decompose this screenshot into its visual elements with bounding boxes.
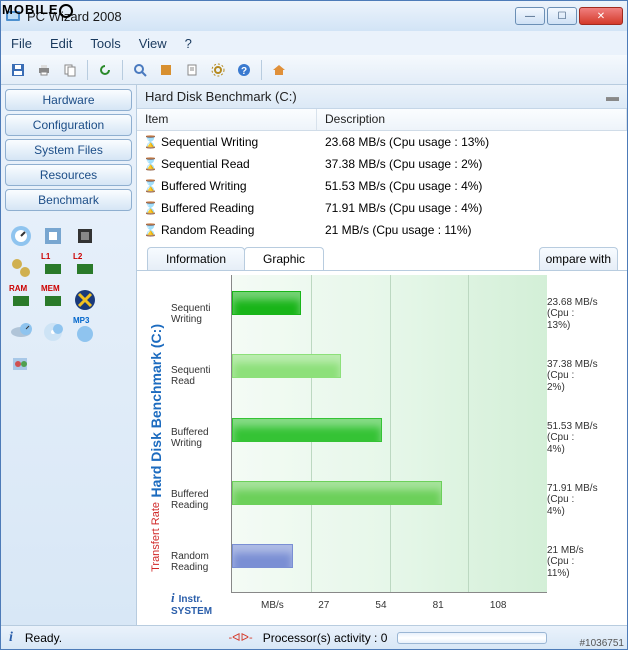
site-watermark: MOBILE: [2, 2, 73, 18]
menu-edit[interactable]: Edit: [50, 36, 72, 51]
print-icon[interactable]: [33, 59, 55, 81]
l2-cache-icon[interactable]: L2: [71, 254, 99, 282]
chart-value-label: 21 MB/s(Cpu :11%): [547, 531, 619, 593]
close-button[interactable]: ✕: [579, 7, 623, 25]
instr-label: iInstr. SYSTEM: [171, 590, 212, 617]
global-bench-icon[interactable]: [7, 222, 35, 250]
activity-progress: [397, 632, 547, 644]
chart-ysub: Transfert Rate: [150, 502, 162, 572]
chart-bar: [232, 291, 301, 315]
mem-bench-icon[interactable]: MEM: [39, 286, 67, 314]
tab-compare[interactable]: ompare with: [539, 247, 618, 270]
statusbar: i Ready. -ᐊᐅ- Processor(s) activity : 0: [1, 625, 627, 649]
ram-bench-icon[interactable]: RAM: [7, 286, 35, 314]
menu-view[interactable]: View: [139, 36, 167, 51]
tab-graphic[interactable]: Graphic: [244, 247, 324, 270]
sidebar-systemfiles[interactable]: System Files: [5, 139, 132, 161]
refresh-icon[interactable]: [94, 59, 116, 81]
panel-title: Hard Disk Benchmark (C:) ▬: [137, 85, 627, 109]
col-description[interactable]: Description: [317, 109, 627, 130]
sidebar-hardware[interactable]: Hardware: [5, 89, 132, 111]
chart-category-label: Random Reading: [171, 531, 231, 593]
table-row[interactable]: ⌛Buffered Reading71.91 MB/s (Cpu usage :…: [137, 197, 627, 219]
image-id: #1036751: [580, 638, 625, 649]
window-title: PC Wizard 2008: [27, 9, 515, 24]
menubar: File Edit Tools View ?: [1, 31, 627, 55]
hourglass-icon: ⌛: [143, 135, 157, 149]
chart-xtick: 108: [490, 600, 547, 611]
tab-information[interactable]: Information: [147, 247, 245, 270]
chart-bar: [232, 544, 293, 568]
chart-value-label: 37.38 MB/s(Cpu :2%): [547, 345, 619, 407]
video-bench-icon[interactable]: [7, 350, 35, 378]
benchmark-icons: L1 L2 RAM MEM MP3: [5, 220, 132, 380]
result-rows: ⌛Sequential Writing23.68 MB/s (Cpu usage…: [137, 131, 627, 241]
chart-category-label: Sequenti Read: [171, 345, 231, 407]
col-item[interactable]: Item: [137, 109, 317, 130]
disk-bench-icon[interactable]: [7, 318, 35, 346]
report-icon[interactable]: [181, 59, 203, 81]
panel-disk-icon: ▬: [606, 89, 619, 104]
hourglass-icon: ⌛: [143, 201, 157, 215]
chart-area: Hard Disk Benchmark (C:) Transfert Rate …: [137, 271, 627, 625]
info-icon: i: [9, 630, 13, 646]
toolbar: ?: [1, 55, 627, 85]
titlebar[interactable]: PC Wizard 2008 — ☐ ✕: [1, 1, 627, 31]
directx-bench-icon[interactable]: [71, 286, 99, 314]
copy-icon[interactable]: [59, 59, 81, 81]
hourglass-icon: ⌛: [143, 179, 157, 193]
hourglass-icon: ⌛: [143, 223, 157, 237]
chart-category-label: Buffered Writing: [171, 407, 231, 469]
search-icon[interactable]: [129, 59, 151, 81]
table-row[interactable]: ⌛Sequential Read37.38 MB/s (Cpu usage : …: [137, 153, 627, 175]
chart-xtick: 81: [433, 600, 490, 611]
home-icon[interactable]: [268, 59, 290, 81]
hourglass-icon: ⌛: [143, 157, 157, 171]
status-ready: Ready.: [25, 631, 62, 645]
app-window: PC Wizard 2008 — ☐ ✕ File Edit Tools Vie…: [0, 0, 628, 650]
chart-bar: [232, 481, 442, 505]
cpu-bench-icon[interactable]: [39, 222, 67, 250]
module-icon[interactable]: [155, 59, 177, 81]
table-row[interactable]: ⌛Random Reading21 MB/s (Cpu usage : 11%): [137, 219, 627, 241]
chart-value-label: 23.68 MB/s(Cpu :13%): [547, 283, 619, 345]
table-header: Item Description: [137, 109, 627, 131]
chip-bench-icon[interactable]: [71, 222, 99, 250]
status-processor: Processor(s) activity : 0: [263, 631, 388, 645]
maximize-button[interactable]: ☐: [547, 7, 577, 25]
menu-tools[interactable]: Tools: [90, 36, 120, 51]
chart-category-label: Sequenti Writing: [171, 283, 231, 345]
chart-bar: [232, 354, 341, 378]
tabstrip: Information Graphic ompare with: [137, 247, 627, 271]
cd-bench-icon[interactable]: [39, 318, 67, 346]
chart-bar: [232, 418, 382, 442]
chart-xtick: MB/s: [261, 600, 318, 611]
chart-xtick: 27: [318, 600, 375, 611]
menu-file[interactable]: File: [11, 36, 32, 51]
sidebar-resources[interactable]: Resources: [5, 164, 132, 186]
minimize-button[interactable]: —: [515, 7, 545, 25]
table-row[interactable]: ⌛Buffered Writing51.53 MB/s (Cpu usage :…: [137, 175, 627, 197]
svg-text:?: ?: [241, 66, 247, 77]
sidebar-configuration[interactable]: Configuration: [5, 114, 132, 136]
mp3-bench-icon[interactable]: MP3: [71, 318, 99, 346]
l1-cache-icon[interactable]: L1: [39, 254, 67, 282]
chart-category-label: Buffered Reading: [171, 469, 231, 531]
chart-value-label: 71.91 MB/s(Cpu :4%): [547, 469, 619, 531]
chart-ytitle: Hard Disk Benchmark (C:): [148, 324, 164, 498]
main-panel: Hard Disk Benchmark (C:) ▬ Item Descript…: [136, 85, 627, 625]
chart-xtick: 54: [375, 600, 432, 611]
activity-icon: -ᐊᐅ-: [228, 631, 252, 644]
table-row[interactable]: ⌛Sequential Writing23.68 MB/s (Cpu usage…: [137, 131, 627, 153]
gears-bench-icon[interactable]: [7, 254, 35, 282]
sidebar-benchmark[interactable]: Benchmark: [5, 189, 132, 211]
settings-icon[interactable]: [207, 59, 229, 81]
help-icon[interactable]: ?: [233, 59, 255, 81]
menu-help[interactable]: ?: [185, 36, 192, 51]
save-icon[interactable]: [7, 59, 29, 81]
chart-value-label: 51.53 MB/s(Cpu :4%): [547, 407, 619, 469]
sidebar: Hardware Configuration System Files Reso…: [1, 85, 136, 625]
